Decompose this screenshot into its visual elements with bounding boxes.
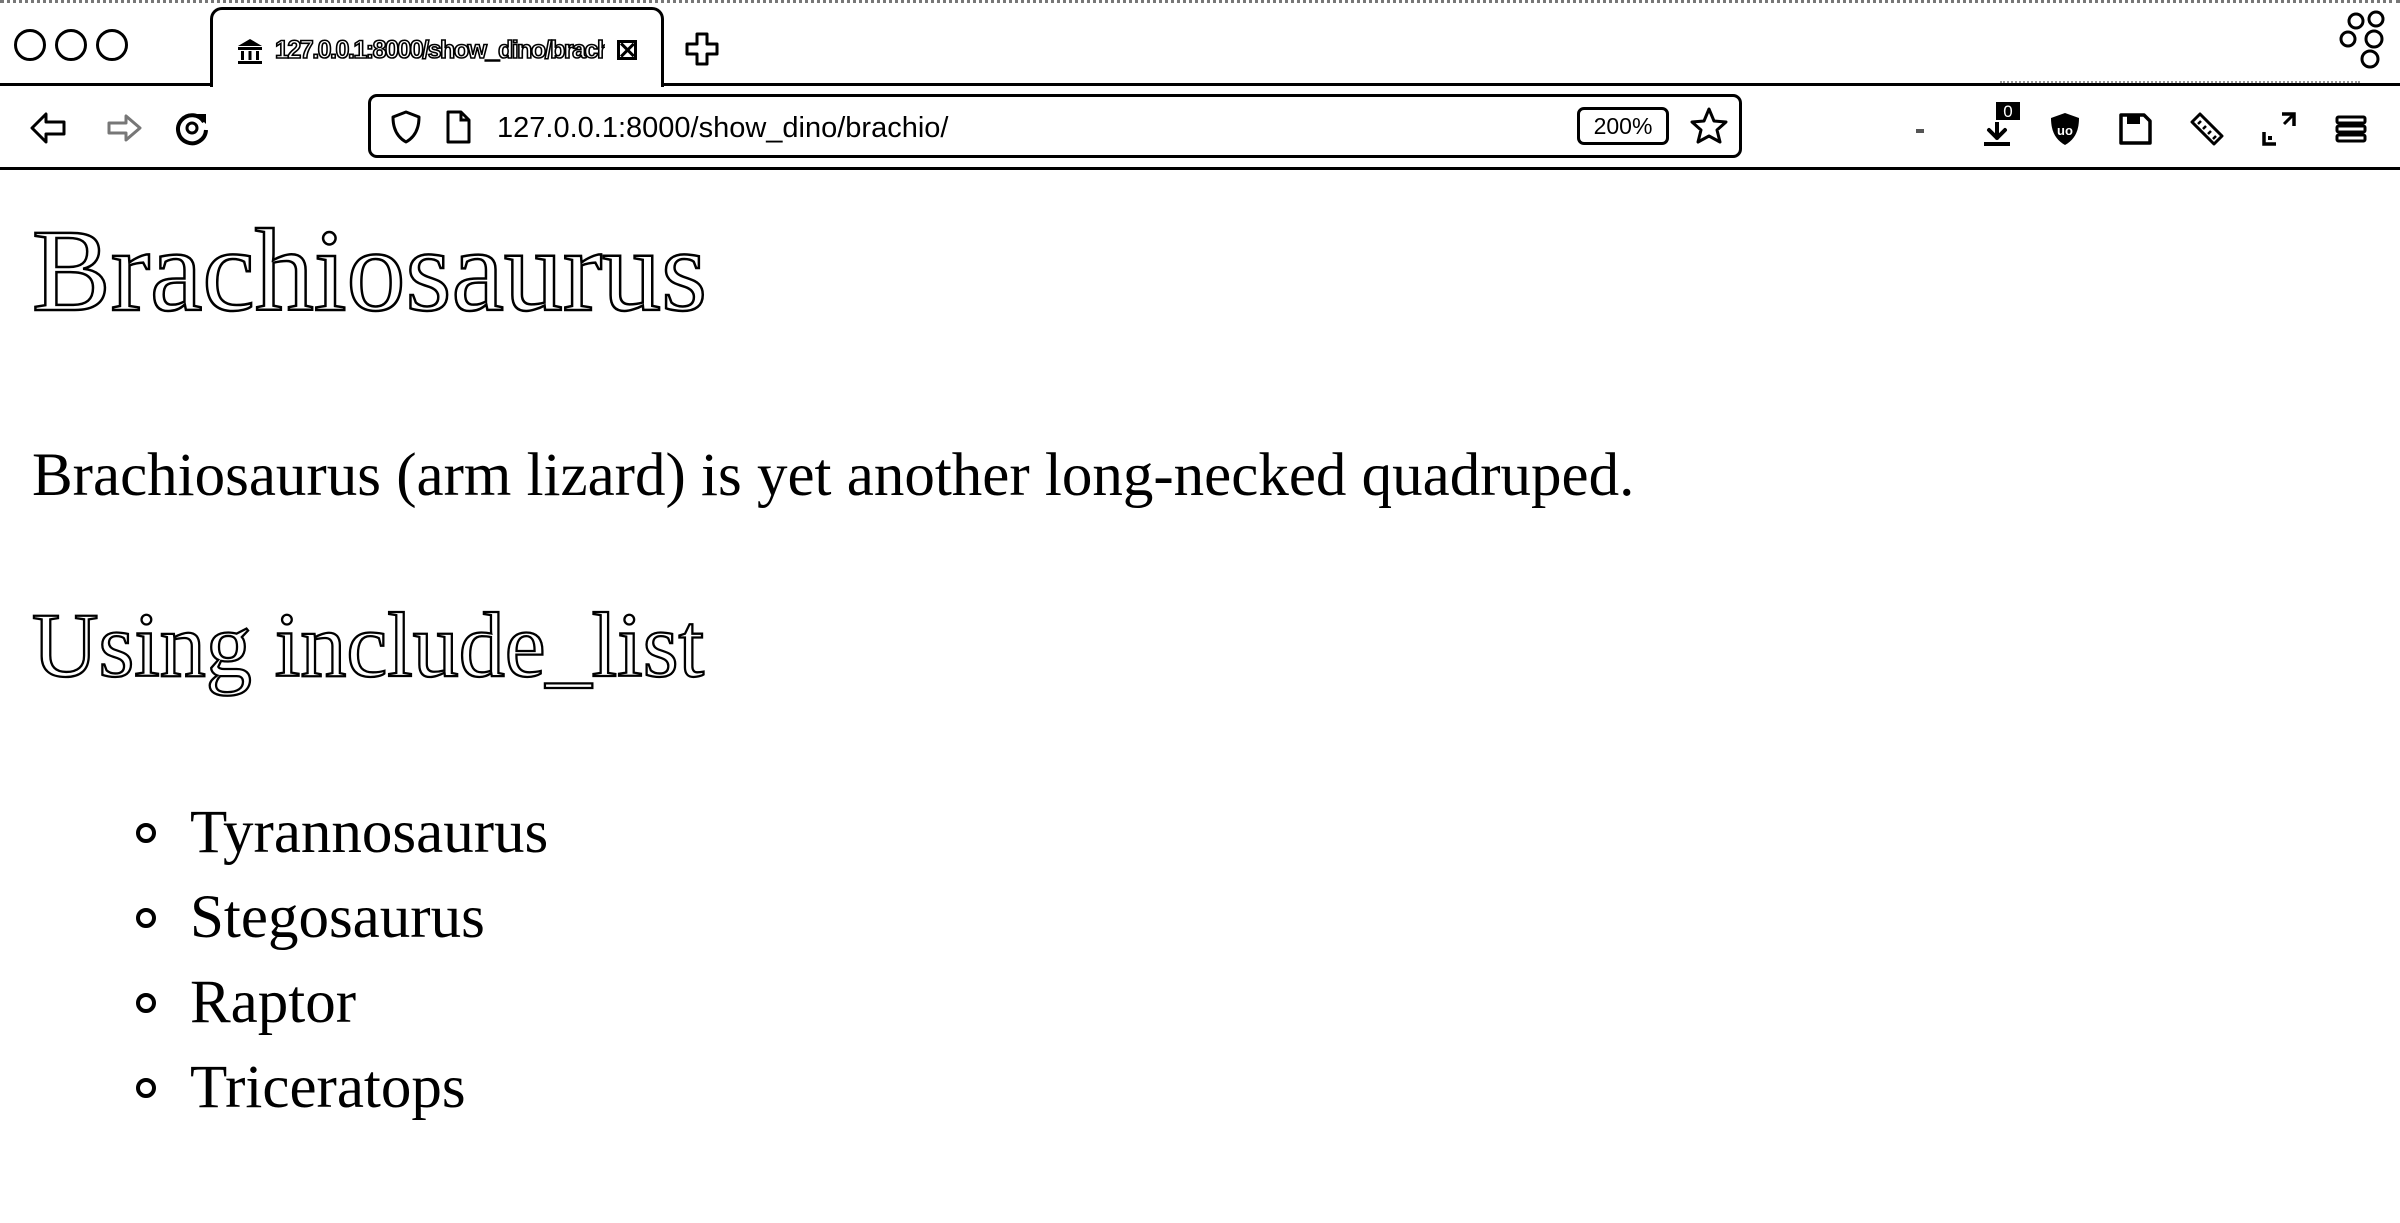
forward-arrow-icon[interactable]: [104, 108, 144, 148]
list-item-label: Raptor: [190, 969, 357, 1036]
list-item: Raptor: [0, 960, 548, 1045]
navigation-bar: 127.0.0.1:8000/show_dino/brachio/ 200% 0…: [0, 86, 2400, 170]
overflow-indicator: [1916, 129, 1924, 133]
bookmark-star-icon[interactable]: [1689, 105, 1729, 147]
reload-icon[interactable]: [172, 108, 212, 148]
list-item-label: Tyrannosaurus: [190, 799, 549, 866]
list-item-label: Triceratops: [190, 1054, 466, 1121]
museum-icon: [238, 39, 262, 64]
list-bullet-icon: [136, 823, 156, 843]
list-item: Triceratops: [0, 1045, 548, 1130]
window-maximize-button[interactable]: [96, 29, 128, 61]
page-heading: Brachiosaurus: [31, 204, 709, 337]
tracking-shield-icon[interactable]: [389, 109, 423, 145]
ruler-icon[interactable]: [2186, 108, 2228, 150]
list-bullet-icon: [136, 1078, 156, 1098]
menu-icon[interactable]: [2330, 108, 2372, 150]
section-heading: Using include_list: [31, 593, 705, 697]
list-item: Stegosaurus: [0, 875, 548, 960]
save-icon[interactable]: [2114, 108, 2156, 150]
dino-description: Brachiosaurus (arm lizard) is yet anothe…: [32, 442, 1635, 509]
tab-close-icon[interactable]: [617, 40, 637, 60]
picture-in-picture-icon[interactable]: [2258, 108, 2300, 150]
url-text[interactable]: 127.0.0.1:8000/show_dino/brachio/: [497, 108, 948, 148]
tab-title: 127.0.0.1:8000/show_dino/brachio/: [275, 35, 605, 65]
list-item-label: Stegosaurus: [190, 884, 485, 951]
dino-list: Tyrannosaurus Stegosaurus Raptor Tricera…: [0, 790, 548, 1130]
active-tab[interactable]: 127.0.0.1:8000/show_dino/brachio/: [210, 7, 664, 90]
ublock-shield-icon[interactable]: uo: [2044, 108, 2086, 150]
zoom-level-badge[interactable]: 200%: [1577, 107, 1669, 145]
new-tab-plus-icon[interactable]: [684, 31, 720, 67]
list-bullet-icon: [136, 993, 156, 1013]
window-close-button[interactable]: [14, 29, 46, 61]
window-controls: [14, 29, 128, 61]
download-count-badge: 0: [1994, 100, 2022, 122]
back-arrow-icon[interactable]: [28, 108, 68, 148]
tab-strip: 127.0.0.1:8000/show_dino/brachio/: [0, 0, 2400, 90]
url-bar[interactable]: 127.0.0.1:8000/show_dino/brachio/ 200%: [368, 94, 1742, 158]
extension-molecule-icon[interactable]: [2336, 7, 2400, 71]
svg-text:uo: uo: [2057, 123, 2073, 138]
page-info-icon[interactable]: [443, 109, 473, 145]
window-minimize-button[interactable]: [55, 29, 87, 61]
list-bullet-icon: [136, 908, 156, 928]
tabstrip-divider: [2000, 81, 2360, 85]
page-content: Brachiosaurus Brachiosaurus (arm lizard)…: [0, 170, 2400, 1223]
list-item: Tyrannosaurus: [0, 790, 548, 875]
